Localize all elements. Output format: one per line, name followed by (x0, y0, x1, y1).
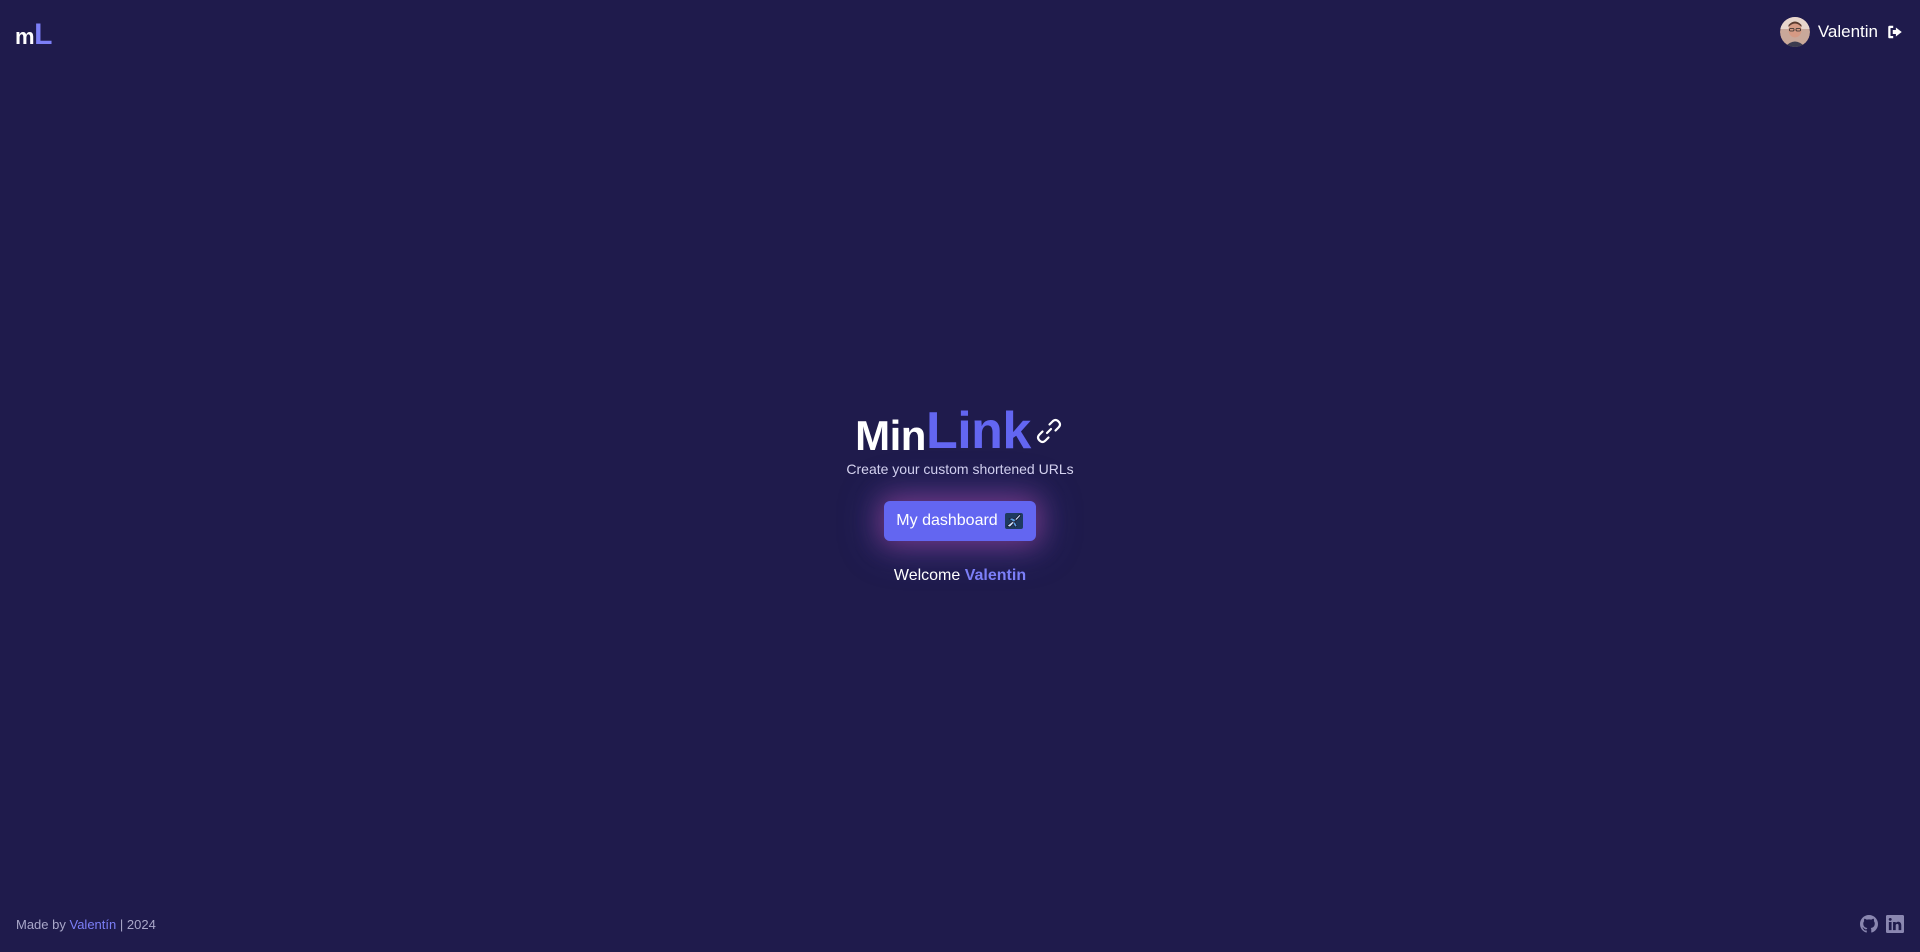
my-dashboard-label: My dashboard (896, 512, 998, 529)
logo-l: L (34, 18, 52, 51)
year: 2024 (126, 916, 156, 932)
page: m L Valentin Min Link Create your custom… (0, 0, 1920, 952)
tagline: Create your custom shortened URLs (846, 461, 1074, 477)
footer: Made by Valentín | 2024 (16, 912, 1904, 936)
logout-icon[interactable] (1886, 23, 1904, 41)
author-link[interactable]: Valentín (70, 917, 117, 932)
avatar[interactable] (1779, 17, 1810, 47)
airplane-icon (1004, 511, 1024, 531)
brand-title: Min Link (855, 405, 1065, 457)
github-icon[interactable] (1860, 915, 1878, 933)
user-menu: Valentin (1779, 17, 1904, 47)
header: m L Valentin (0, 0, 1920, 66)
brand-min: Min (855, 412, 926, 459)
brand-link: Link (925, 402, 1031, 460)
chain-link-icon (1033, 415, 1065, 447)
welcome-message: Welcome Valentin (894, 567, 1026, 585)
logo-m: m (15, 24, 35, 49)
welcome-name: Valentin (964, 567, 1027, 584)
linkedin-icon[interactable] (1886, 915, 1904, 933)
welcome-prefix: Welcome (893, 567, 961, 584)
hero: Min Link Create your custom shortened UR… (0, 405, 1920, 585)
separator: | (119, 916, 124, 932)
my-dashboard-button[interactable]: My dashboard (884, 501, 1036, 541)
made-by-label: Made by (16, 916, 66, 932)
social-links (1860, 915, 1904, 933)
credits: Made by Valentín | 2024 (16, 917, 156, 932)
user-name: Valentin (1817, 22, 1878, 41)
logo[interactable]: m L (15, 18, 52, 52)
